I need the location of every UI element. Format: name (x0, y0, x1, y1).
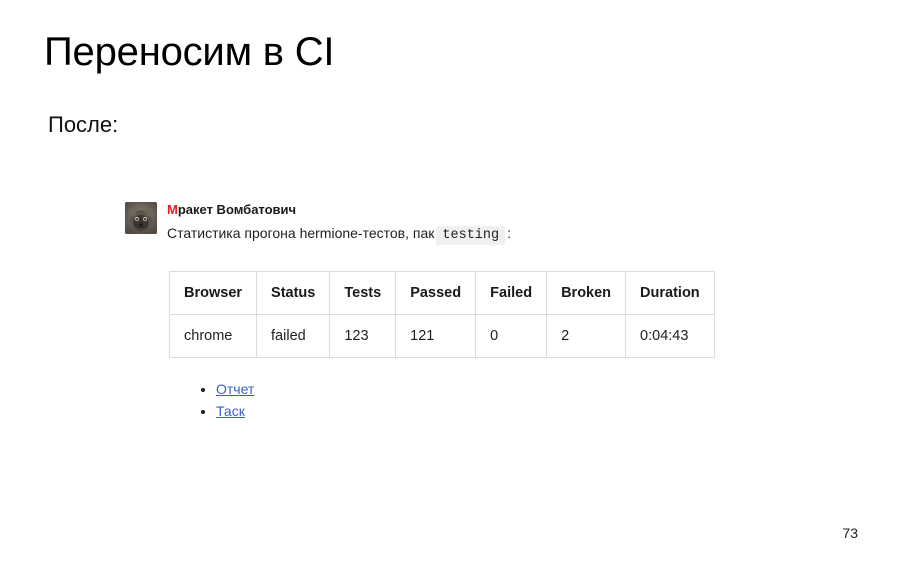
column-header-failed: Failed (475, 271, 548, 315)
cell-tests: 123 (329, 314, 397, 358)
sender-name: Мракет Вомбатович (167, 202, 511, 218)
sender-name-rest: ракет Вомбатович (177, 202, 297, 217)
table-row: chrome failed 123 121 0 2 0:04:43 (168, 314, 715, 358)
link-report[interactable]: Отчет (216, 381, 254, 397)
table-head: Browser Status Tests Passed Failed Broke… (168, 271, 715, 315)
avatar (125, 202, 157, 234)
column-header-browser: Browser (168, 271, 258, 315)
cell-browser: chrome (168, 314, 258, 358)
page-title: Переносим в CI (44, 30, 335, 74)
list-item: Таск (216, 400, 254, 422)
stats-table-container: Browser Status Tests Passed Failed Broke… (168, 271, 715, 358)
table-body: chrome failed 123 121 0 2 0:04:43 (168, 314, 715, 358)
link-task[interactable]: Таск (216, 403, 245, 419)
cell-passed: 121 (395, 314, 477, 358)
cell-duration: 0:04:43 (625, 314, 715, 358)
message-body: Мракет Вомбатович Статистика прогона her… (167, 202, 511, 245)
cell-broken: 2 (546, 314, 627, 358)
message-link-list: Отчет Таск (200, 378, 254, 422)
message-text: Статистика прогона hermione-тестов, пак t… (167, 224, 511, 245)
column-header-duration: Duration (625, 271, 715, 315)
message-text-before-code: Статистика прогона hermione-тестов, пак (167, 225, 435, 241)
code-chip-testing: testing (436, 226, 506, 245)
page-number: 73 (842, 525, 858, 541)
table-header-row: Browser Status Tests Passed Failed Broke… (168, 271, 715, 315)
column-header-tests: Tests (329, 271, 397, 315)
cell-status: failed (256, 314, 331, 358)
message-header: Мракет Вомбатович Статистика прогона her… (125, 202, 765, 245)
column-header-broken: Broken (546, 271, 627, 315)
wombat-avatar-photo (125, 202, 157, 234)
column-header-status: Status (256, 271, 331, 315)
message-text-after-code: : (507, 225, 511, 241)
slide-canvas: Переносим в CI После: Мракет Вомбатович … (0, 0, 900, 563)
column-header-passed: Passed (395, 271, 477, 315)
list-item: Отчет (216, 378, 254, 400)
slide-subtitle: После: (48, 112, 119, 137)
cell-failed: 0 (475, 314, 548, 358)
chat-message-block: Мракет Вомбатович Статистика прогона her… (125, 202, 765, 245)
hermione-stats-table: Browser Status Tests Passed Failed Broke… (168, 271, 715, 358)
sender-name-initial: М (167, 202, 178, 217)
